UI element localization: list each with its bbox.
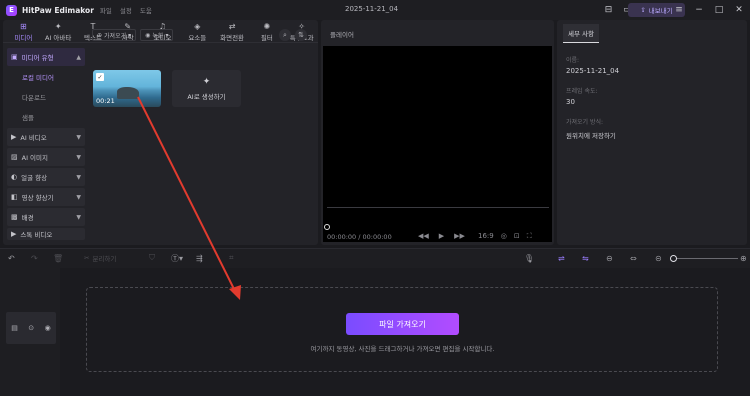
annotation-arrow (137, 96, 241, 300)
